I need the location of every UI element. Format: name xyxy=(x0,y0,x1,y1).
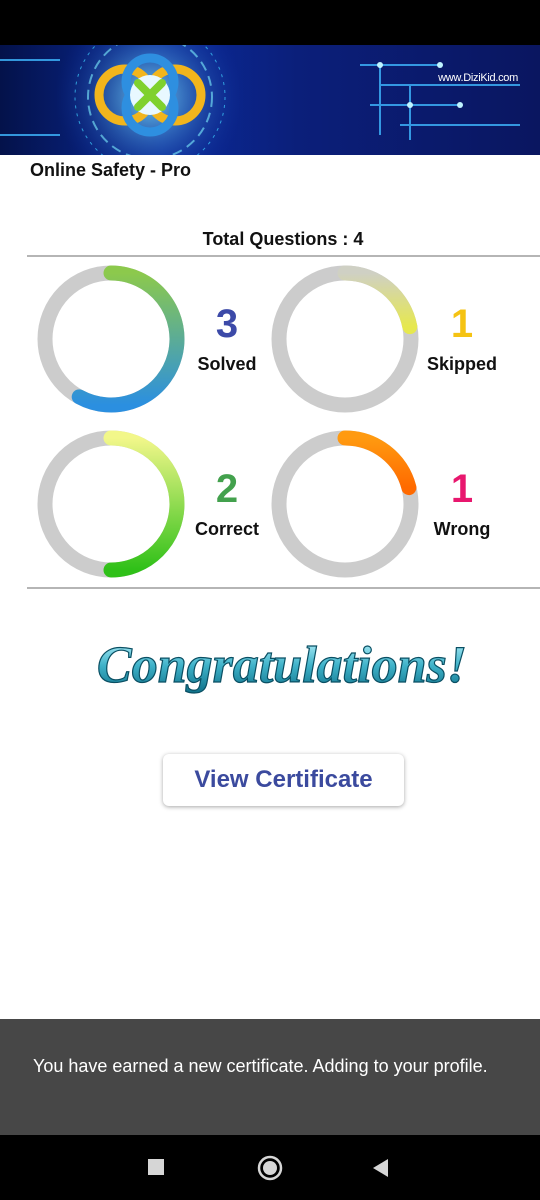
ring-progress-arc xyxy=(337,430,417,496)
snackbar-message: You have earned a new certificate. Addin… xyxy=(33,1056,488,1076)
solved-count: 3 xyxy=(215,302,239,346)
wrong-label: Wrong xyxy=(433,519,491,539)
wrong-count: 1 xyxy=(450,467,474,511)
correct-ring xyxy=(37,430,185,578)
top-divider xyxy=(27,255,540,257)
app-title: Online Safety - Pro xyxy=(30,160,192,180)
view-certificate-button[interactable]: View Certificate xyxy=(163,754,404,806)
total-questions: Total Questions : 4 xyxy=(202,229,364,249)
circle-icon[interactable] xyxy=(256,1154,284,1182)
navigation-bar xyxy=(0,1135,540,1200)
congratulations-text: Congratulations! xyxy=(97,637,467,694)
wrong-ring xyxy=(271,430,419,578)
skipped-ring xyxy=(271,265,419,413)
app-banner: www.DiziKid.com xyxy=(0,45,540,155)
skipped-label: Skipped xyxy=(426,354,497,374)
square-icon[interactable] xyxy=(146,1157,168,1179)
congratulations-banner: Congratulations! xyxy=(96,636,467,694)
ring-progress-arc xyxy=(337,265,418,335)
correct-label: Correct xyxy=(194,519,260,539)
banner-url: www.DiziKid.com xyxy=(438,72,518,84)
solved-label: Solved xyxy=(197,354,257,374)
skipped-count: 1 xyxy=(450,302,474,346)
banner-artwork xyxy=(0,45,520,155)
solved-ring xyxy=(37,265,185,413)
ring-progress-arc xyxy=(103,430,185,578)
bottom-divider xyxy=(27,587,540,589)
snackbar: You have earned a new certificate. Addin… xyxy=(0,1019,540,1135)
status-bar xyxy=(0,0,540,45)
correct-count: 2 xyxy=(215,467,239,511)
ring-progress-arc xyxy=(71,265,185,413)
triangle-back-icon[interactable] xyxy=(370,1157,392,1179)
